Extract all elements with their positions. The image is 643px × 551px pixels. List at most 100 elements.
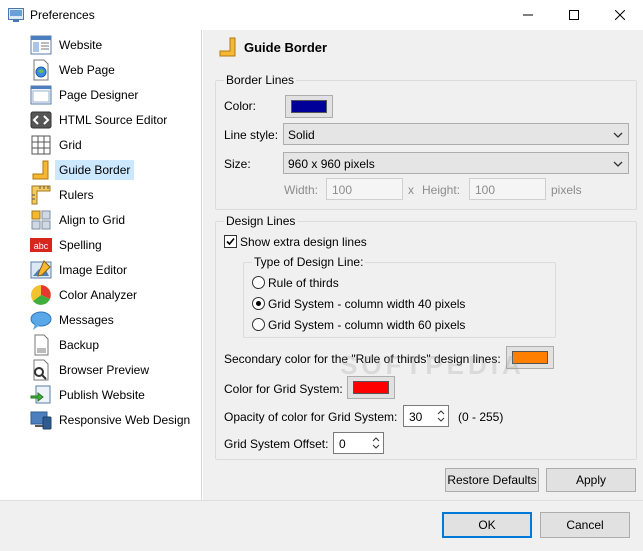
sidebar-item-label: Rulers bbox=[59, 188, 94, 202]
border-color-swatch bbox=[291, 100, 327, 113]
web-page-icon bbox=[33, 59, 49, 81]
spin-arrows-icon[interactable] bbox=[369, 433, 383, 453]
design-lines-legend: Design Lines bbox=[224, 214, 298, 228]
minimize-icon bbox=[523, 14, 533, 16]
guide-border-icon bbox=[219, 37, 236, 57]
opacity-label: Opacity of color for Grid System: bbox=[224, 410, 398, 424]
close-icon bbox=[615, 10, 625, 20]
sidebar-item-messages[interactable]: Messages bbox=[28, 307, 198, 332]
sidebar-item-label: Grid bbox=[59, 138, 82, 152]
website-icon bbox=[30, 35, 52, 55]
line-style-label: Line style: bbox=[224, 128, 279, 142]
pixels-unit-label: pixels bbox=[551, 183, 582, 197]
sidebar-item-website[interactable]: Website bbox=[28, 32, 198, 57]
size-select[interactable]: 960 x 960 pixels bbox=[283, 152, 629, 174]
width-value: 100 bbox=[332, 183, 353, 197]
restore-defaults-button[interactable]: Restore Defaults bbox=[445, 468, 539, 492]
line-style-value: Solid bbox=[288, 128, 315, 142]
size-value: 960 x 960 pixels bbox=[288, 157, 375, 171]
sidebar-item-page-designer[interactable]: Page Designer bbox=[28, 82, 198, 107]
window-title: Preferences bbox=[30, 8, 95, 22]
border-lines-legend: Border Lines bbox=[224, 73, 297, 87]
maximize-icon bbox=[569, 10, 579, 20]
spelling-icon: abc bbox=[30, 238, 52, 252]
sidebar-item-color-analyzer[interactable]: Color Analyzer bbox=[28, 282, 198, 307]
opacity-stepper[interactable]: 30 bbox=[403, 405, 449, 427]
border-color-button[interactable] bbox=[285, 95, 333, 118]
sidebar-item-label: Browser Preview bbox=[59, 363, 150, 377]
sidebar-item-rulers[interactable]: Rulers bbox=[28, 182, 198, 207]
minimize-button[interactable] bbox=[505, 0, 551, 30]
sidebar-item-grid[interactable]: Grid bbox=[28, 132, 198, 157]
sidebar-item-label: Guide Border bbox=[55, 160, 135, 180]
rule-of-thirds-label: Rule of thirds bbox=[268, 276, 339, 290]
sidebar-item-browser-preview[interactable]: Browser Preview bbox=[28, 357, 198, 382]
backup-icon bbox=[34, 334, 49, 356]
sidebar-item-label: Align to Grid bbox=[59, 213, 126, 227]
opacity-range-label: (0 - 255) bbox=[458, 410, 504, 424]
maximize-button[interactable] bbox=[551, 0, 597, 30]
sidebar-item-guide-border[interactable]: Guide Border bbox=[28, 157, 198, 182]
grid-system-60-radio[interactable] bbox=[252, 318, 265, 331]
html-source-editor-icon bbox=[30, 111, 52, 129]
size-separator: x bbox=[408, 183, 414, 197]
sidebar-item-label: Image Editor bbox=[59, 263, 128, 277]
preferences-app-icon bbox=[8, 8, 24, 22]
browser-preview-icon bbox=[33, 359, 49, 381]
sidebar-item-web-page[interactable]: Web Page bbox=[28, 57, 198, 82]
sidebar-item-label: HTML Source Editor bbox=[59, 113, 168, 127]
opacity-value: 30 bbox=[409, 410, 423, 424]
height-value: 100 bbox=[475, 183, 496, 197]
cancel-button[interactable]: Cancel bbox=[540, 512, 630, 538]
page-title: Guide Border bbox=[244, 40, 328, 55]
sidebar-item-responsive-web-design[interactable]: Responsive Web Design bbox=[28, 407, 198, 432]
spin-arrows-icon[interactable] bbox=[434, 406, 448, 426]
messages-icon bbox=[30, 311, 52, 330]
sidebar-item-align-to-grid[interactable]: Align to Grid bbox=[28, 207, 198, 232]
close-button[interactable] bbox=[597, 0, 643, 30]
color-label: Color: bbox=[224, 99, 257, 113]
apply-button[interactable]: Apply bbox=[546, 468, 636, 492]
line-style-select[interactable]: Solid bbox=[283, 123, 629, 145]
type-of-design-line-legend: Type of Design Line: bbox=[252, 255, 366, 269]
width-input[interactable]: 100 bbox=[326, 178, 403, 200]
chevron-down-icon bbox=[613, 132, 623, 138]
sidebar-item-label: Messages bbox=[59, 313, 114, 327]
publish-website-icon bbox=[30, 385, 51, 404]
grid-offset-stepper[interactable]: 0 bbox=[333, 432, 384, 454]
grid-color-swatch bbox=[353, 381, 389, 394]
sidebar-item-label: Backup bbox=[59, 338, 100, 352]
sidebar-item-publish-website[interactable]: Publish Website bbox=[28, 382, 198, 407]
responsive-web-design-icon bbox=[30, 411, 52, 430]
grid-system-40-radio[interactable] bbox=[252, 297, 265, 310]
offset-label: Grid System Offset: bbox=[224, 437, 329, 451]
show-extra-design-lines-checkbox[interactable] bbox=[224, 235, 237, 248]
sidebar-item-backup[interactable]: Backup bbox=[28, 332, 198, 357]
sidebar-item-label: Page Designer bbox=[59, 88, 139, 102]
sidebar-item-image-editor[interactable]: Image Editor bbox=[28, 257, 198, 282]
title-bar: Preferences bbox=[0, 0, 643, 30]
sidebar-item-spelling[interactable]: abc Spelling bbox=[28, 232, 198, 257]
rule-of-thirds-radio[interactable] bbox=[252, 276, 265, 289]
grid-system-60-label: Grid System - column width 60 pixels bbox=[268, 318, 466, 332]
watermark-text: SOFTPEDIA bbox=[340, 350, 525, 380]
rulers-icon bbox=[31, 185, 51, 205]
offset-value: 0 bbox=[339, 437, 346, 451]
sidebar-item-html-source-editor[interactable]: HTML Source Editor bbox=[28, 107, 198, 132]
page-header: Guide Border bbox=[213, 34, 633, 62]
sidebar-item-label: Website bbox=[59, 38, 103, 52]
sidebar-item-label: Color Analyzer bbox=[59, 288, 138, 302]
guide-border-icon bbox=[32, 160, 49, 180]
checkmark-icon bbox=[226, 237, 235, 246]
align-to-grid-icon bbox=[31, 210, 51, 230]
page-designer-icon bbox=[30, 85, 52, 105]
image-editor-icon bbox=[30, 260, 52, 279]
svg-text:abc: abc bbox=[34, 241, 49, 251]
sidebar-item-label: Responsive Web Design bbox=[59, 413, 191, 427]
ok-button[interactable]: OK bbox=[442, 512, 532, 538]
width-label: Width: bbox=[284, 183, 319, 197]
show-extra-design-lines-label: Show extra design lines bbox=[240, 235, 367, 249]
size-label: Size: bbox=[224, 157, 251, 171]
chevron-down-icon bbox=[613, 161, 623, 167]
height-input[interactable]: 100 bbox=[469, 178, 546, 200]
